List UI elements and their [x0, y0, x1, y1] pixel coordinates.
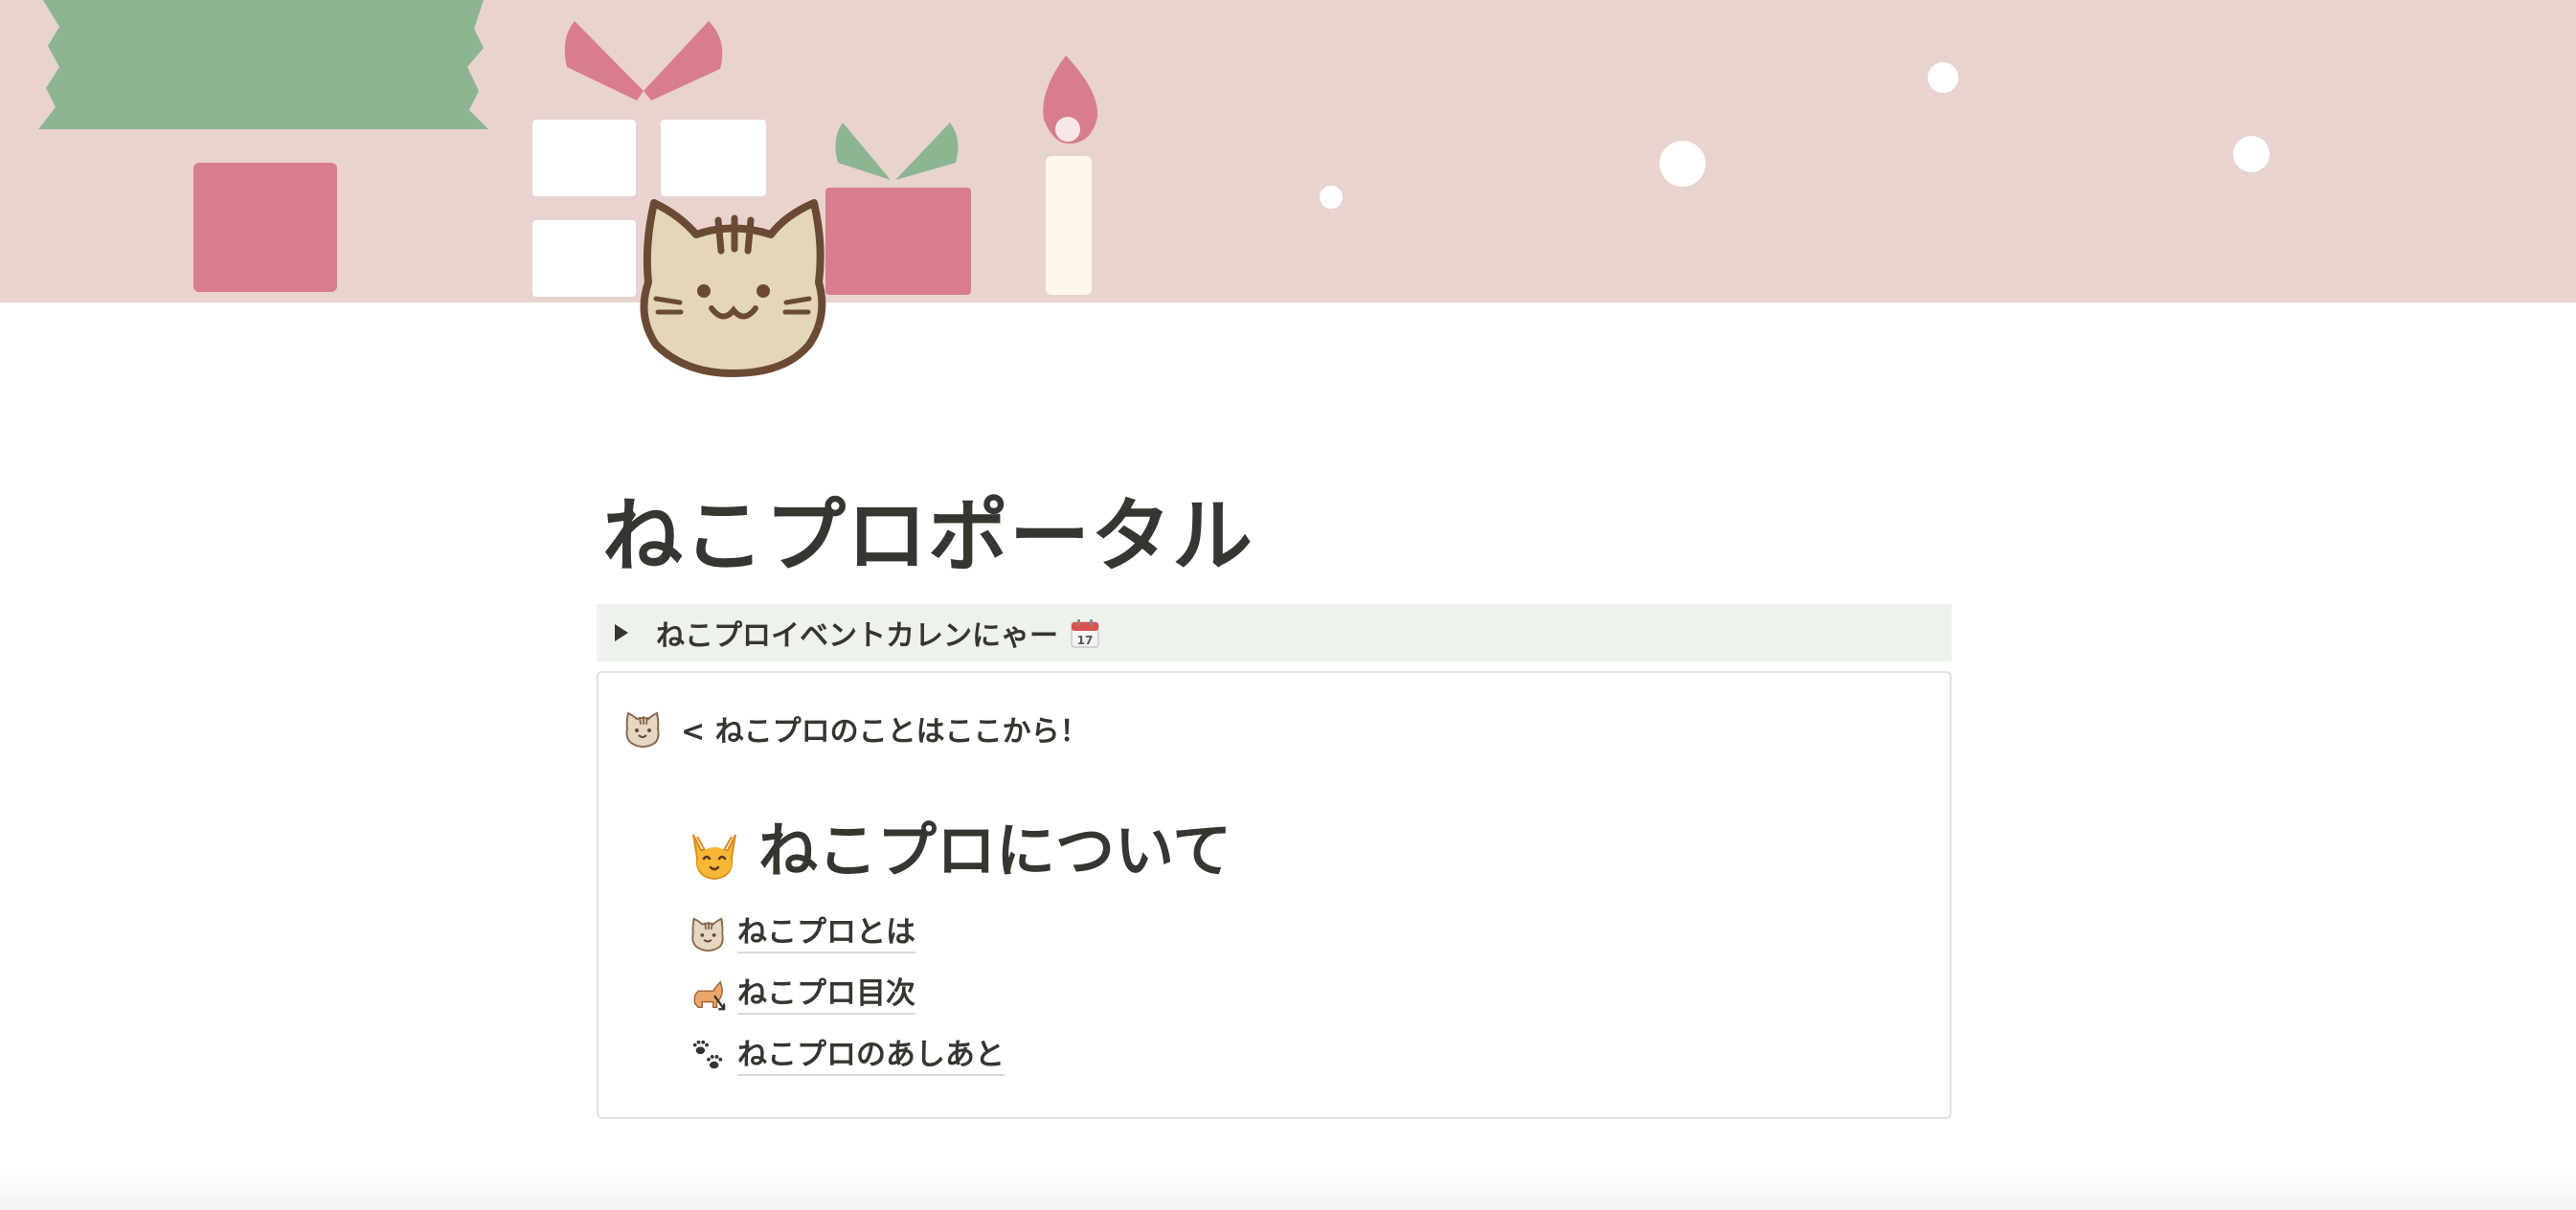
bottom-divider [0, 1172, 2576, 1210]
cat-link-icon [689, 976, 726, 1013]
cat-face-icon [689, 915, 726, 952]
page-title[interactable]: ねこプロポータル [602, 483, 1254, 589]
cat-face-icon[interactable] [623, 709, 662, 749]
snow-dot [1928, 62, 1958, 93]
paw-prints-icon [689, 1038, 726, 1074]
page-link-index[interactable]: ねこプロ目次 [689, 974, 915, 1016]
cat-face-icon [688, 824, 741, 881]
svg-text:17: 17 [1077, 634, 1094, 647]
gift-white-bl [532, 220, 636, 297]
snow-dot [1660, 141, 1706, 187]
toggle-block-event-calendar[interactable]: ねこプロイベントカレンにゃー 17 [597, 604, 1952, 661]
small-gift-bow-left [835, 123, 891, 180]
page-link-about[interactable]: ねこプロとは [689, 912, 915, 954]
page-link-label[interactable]: ねこプロとは [737, 913, 915, 953]
toggle-label: ねこプロイベントカレンにゃー 17 [656, 612, 1100, 654]
candle-flame-core [1055, 117, 1080, 142]
small-gift-bow-right [895, 123, 959, 180]
page-link-label[interactable]: ねこプロのあしあと [737, 1036, 1005, 1076]
snow-dot [1320, 186, 1343, 209]
notion-page: ねこプロポータル ねこプロイベントカレンにゃー 17 < ねこプロのことはここか… [0, 0, 2576, 1210]
page-cover[interactable] [0, 0, 2576, 302]
callout-block[interactable]: < ねこプロのことはここから！ ねこプロについて ねこプロとは ねこプロ目次 ね… [597, 671, 1952, 1119]
calendar-icon: 17 [1070, 618, 1100, 649]
cat-face-icon [640, 199, 826, 377]
callout-text: < ねこプロのことはここから！ [681, 715, 1089, 749]
section-heading: ねこプロについて [688, 813, 1232, 889]
page-icon-cat[interactable] [627, 191, 838, 383]
small-gift [825, 188, 971, 295]
page-link-label[interactable]: ねこプロ目次 [737, 975, 915, 1015]
gift-white-tl [532, 120, 636, 196]
snow-dot [2233, 136, 2270, 172]
callout-header: < ねこプロのことはここから！ [623, 707, 1089, 750]
cover-illustration [38, 0, 2270, 297]
gift-ribbon-right [644, 21, 723, 101]
toggle-label-text: ねこプロイベントカレンにゃー [656, 619, 1058, 653]
gift-ribbon-left [564, 21, 644, 101]
pink-box [193, 163, 337, 292]
tree-shape [38, 0, 488, 129]
toggle-triangle-icon[interactable] [610, 621, 633, 644]
gift-white-tr [661, 120, 766, 196]
section-heading-text: ねこプロについて [758, 816, 1232, 885]
page-link-footprints[interactable]: ねこプロのあしあと [689, 1035, 1005, 1077]
candle-body [1046, 156, 1092, 295]
